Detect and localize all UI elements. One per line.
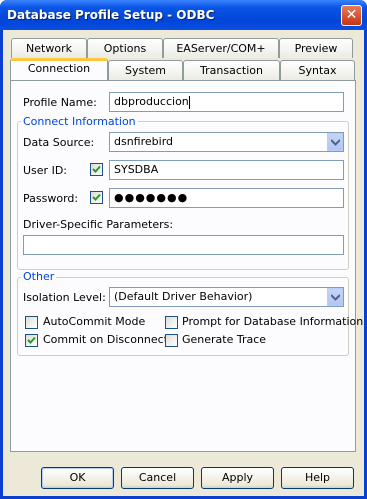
text-caret	[188, 95, 190, 109]
connect-information-title: Connect Information	[21, 115, 138, 128]
cancel-button[interactable]: Cancel	[121, 467, 194, 489]
password-input[interactable]: ●●●●●●●	[109, 188, 344, 208]
chevron-down-icon	[331, 294, 340, 301]
tab-transaction[interactable]: Transaction	[183, 60, 280, 80]
autocommit-label: AutoCommit Mode	[43, 315, 146, 328]
tab-system[interactable]: System	[108, 60, 183, 80]
tab-easerver-com[interactable]: EAServer/COM+	[163, 38, 279, 58]
chevron-down-icon	[331, 139, 340, 146]
data-source-label: Data Source:	[23, 136, 95, 149]
close-button[interactable]: ✕	[341, 5, 362, 26]
tab-options[interactable]: Options	[87, 38, 163, 58]
connection-tab-panel: Profile Name: dbproduccion Connect Infor…	[10, 80, 363, 452]
other-group-title: Other	[21, 270, 57, 283]
user-id-label: User ID:	[23, 164, 67, 177]
dialog-window: Database Profile Setup - ODBC ✕ Network …	[0, 0, 367, 499]
profile-name-input[interactable]: dbproduccion	[109, 92, 344, 112]
isolation-level-dropdown-button[interactable]	[327, 288, 343, 306]
tab-connection[interactable]: Connection	[10, 58, 108, 80]
close-icon: ✕	[345, 7, 358, 23]
driver-params-label: Driver-Specific Parameters:	[23, 218, 174, 231]
commit-on-disconnect-label: Commit on Disconnect	[43, 333, 169, 346]
password-checkbox[interactable]	[90, 191, 103, 204]
user-id-checkbox[interactable]	[90, 163, 103, 176]
help-button[interactable]: Help	[281, 467, 354, 489]
user-id-input[interactable]: SYSDBA	[109, 160, 344, 180]
window-title: Database Profile Setup - ODBC	[7, 8, 215, 22]
prompt-db-info-checkbox[interactable]	[165, 316, 178, 329]
tab-preview[interactable]: Preview	[279, 38, 353, 58]
dialog-client-area: Network Options EAServer/COM+ Preview Co…	[3, 30, 364, 496]
commit-on-disconnect-checkbox[interactable]	[25, 334, 38, 347]
generate-trace-checkbox[interactable]	[165, 334, 178, 347]
password-label: Password:	[23, 192, 79, 205]
isolation-level-label: Isolation Level:	[23, 291, 106, 304]
checkmark-icon	[92, 193, 101, 201]
generate-trace-label: Generate Trace	[182, 333, 267, 346]
isolation-level-select[interactable]: (Default Driver Behavior)	[109, 287, 344, 307]
driver-params-input[interactable]	[23, 235, 344, 255]
checkmark-icon	[27, 336, 36, 344]
tab-syntax[interactable]: Syntax	[280, 60, 355, 80]
tab-network[interactable]: Network	[11, 38, 87, 58]
data-source-dropdown-button[interactable]	[327, 133, 343, 151]
autocommit-checkbox[interactable]	[25, 316, 38, 329]
apply-button[interactable]: Apply	[201, 467, 274, 489]
prompt-db-info-label: Prompt for Database Information	[182, 315, 364, 328]
profile-name-label: Profile Name:	[23, 96, 97, 109]
data-source-select[interactable]: dsnfirebird	[109, 132, 344, 152]
ok-button[interactable]: OK	[41, 467, 114, 489]
title-bar[interactable]: Database Profile Setup - ODBC ✕	[0, 0, 367, 30]
checkmark-icon	[92, 165, 101, 173]
